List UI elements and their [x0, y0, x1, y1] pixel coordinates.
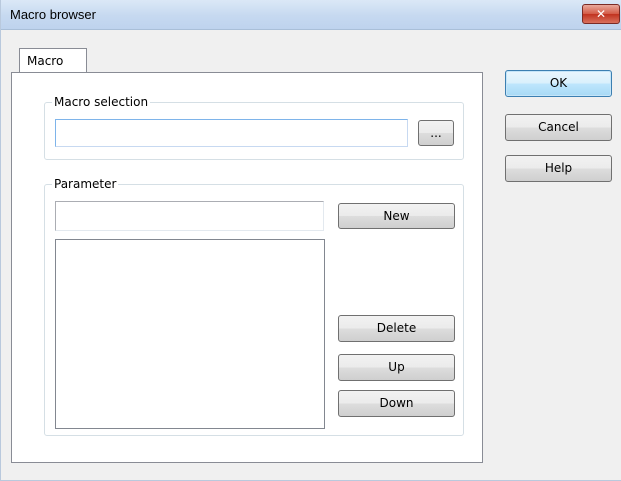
close-icon: ✕ — [595, 7, 607, 21]
parameter-group: Parameter New Delete Up Down — [44, 177, 464, 436]
down-button[interactable]: Down — [338, 390, 455, 417]
close-button[interactable]: ✕ — [582, 4, 620, 24]
tab-panel-macro: Macro selection ... Parameter New Delete… — [11, 72, 483, 463]
up-button[interactable]: Up — [338, 354, 455, 381]
ok-button[interactable]: OK — [505, 70, 612, 97]
macro-selection-input[interactable] — [55, 119, 408, 147]
parameter-list[interactable] — [55, 239, 325, 429]
parameter-name-input[interactable] — [55, 201, 324, 231]
down-button-label: Down — [379, 396, 414, 410]
help-button-label: Help — [544, 161, 573, 175]
tab-macro[interactable]: Macro — [19, 48, 87, 72]
dialog-window: Macro browser ✕ Macro Macro selection ..… — [0, 0, 621, 481]
cancel-button[interactable]: Cancel — [505, 114, 612, 141]
help-button[interactable]: Help — [505, 155, 612, 182]
delete-button-label: Delete — [376, 321, 417, 335]
window-title: Macro browser — [10, 7, 96, 22]
delete-button[interactable]: Delete — [338, 315, 455, 342]
cancel-button-label: Cancel — [538, 120, 579, 134]
browse-button-label: ... — [430, 126, 442, 140]
browse-button[interactable]: ... — [418, 120, 454, 146]
up-button-label: Up — [388, 360, 405, 374]
tab-macro-label: Macro — [27, 54, 64, 68]
title-bar: Macro browser ✕ — [1, 0, 621, 30]
new-button-label: New — [383, 209, 410, 223]
parameter-label: Parameter — [52, 177, 119, 191]
macro-selection-label: Macro selection — [52, 95, 151, 109]
ok-button-label: OK — [549, 76, 568, 90]
macro-selection-group: Macro selection ... — [44, 95, 464, 160]
new-button[interactable]: New — [338, 203, 455, 229]
